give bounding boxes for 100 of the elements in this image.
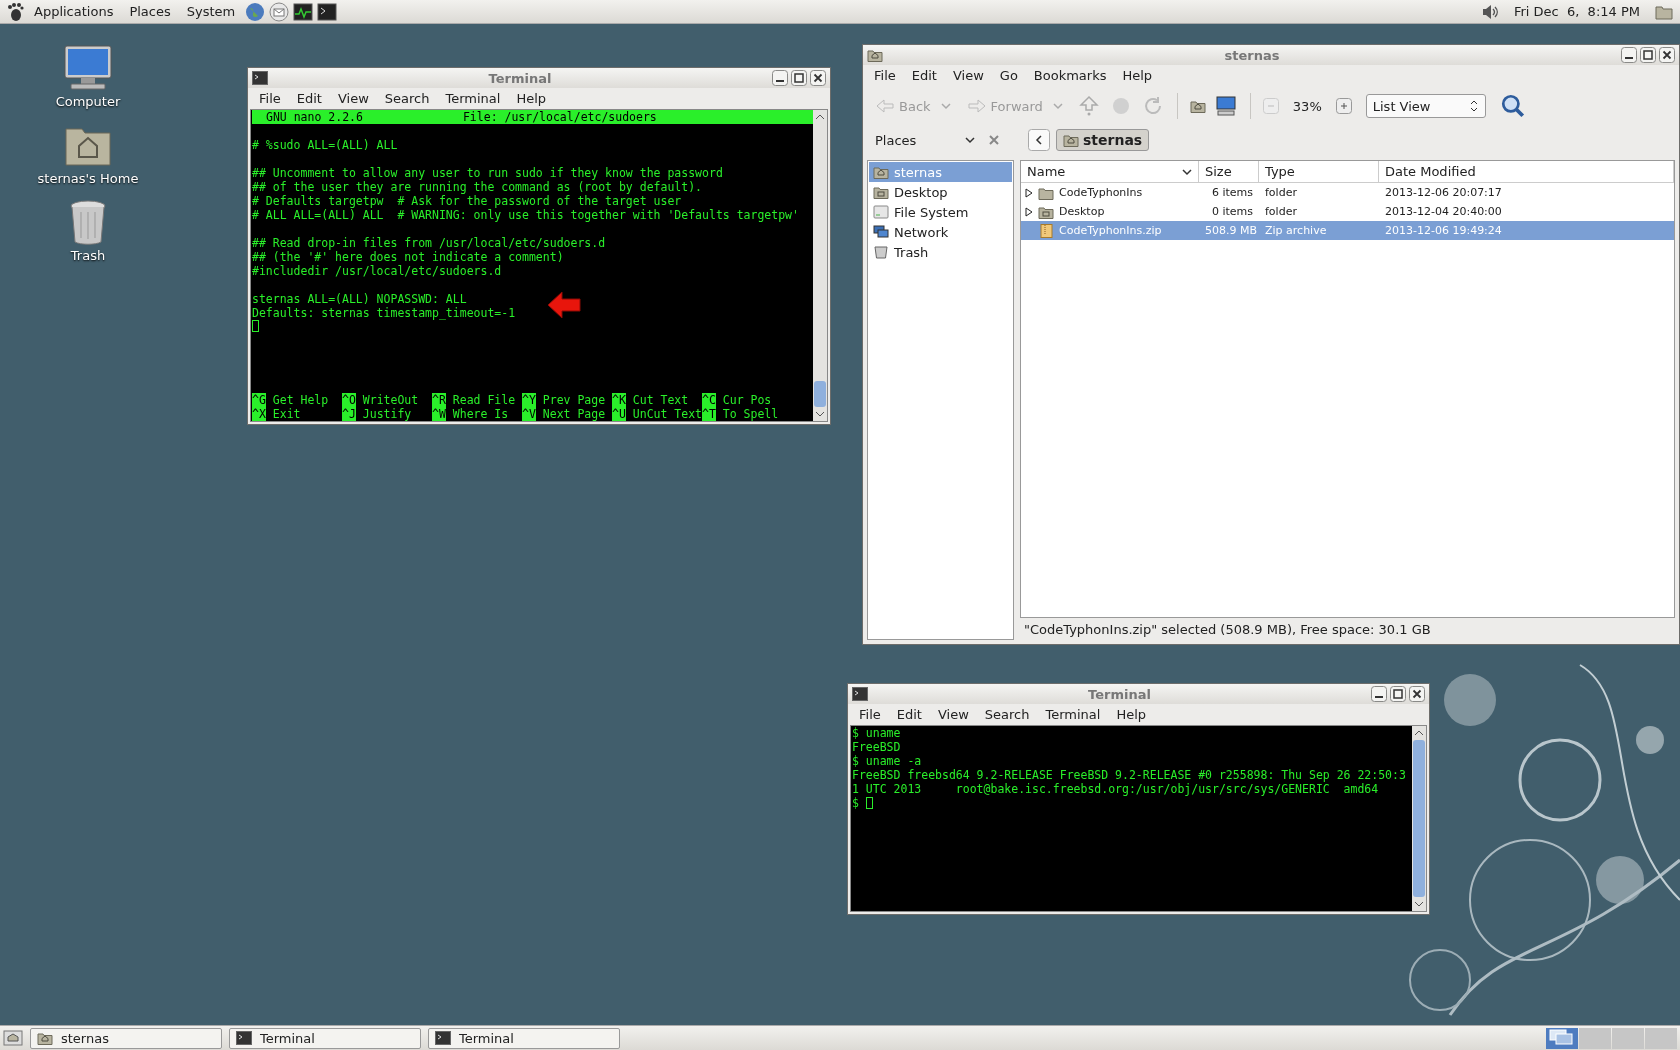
foot-icon[interactable]: [6, 1, 24, 22]
menu-item[interactable]: Search: [377, 90, 437, 107]
menu-item[interactable]: File: [852, 706, 888, 723]
monitor-icon[interactable]: [293, 1, 314, 22]
search-icon[interactable]: [1499, 93, 1526, 119]
file-name: CodeTyphonIns: [1059, 186, 1143, 199]
taskbar-button[interactable]: sternas: [30, 1027, 222, 1049]
chevron-left-icon[interactable]: [1028, 129, 1050, 151]
menu-item[interactable]: Go: [992, 67, 1025, 84]
minimize-icon[interactable]: [772, 70, 788, 86]
menu-item[interactable]: Bookmarks: [1026, 67, 1114, 84]
menu-item[interactable]: Search: [977, 706, 1037, 723]
shortcut-key: ^C: [702, 393, 716, 407]
menu-item[interactable]: Terminal: [438, 90, 508, 107]
terminal-icon: [852, 687, 868, 701]
sort-caret-icon: [1182, 166, 1192, 177]
desktop-icon-label[interactable]: Trash: [70, 248, 106, 263]
sidebar-item[interactable]: Desktop: [869, 182, 1012, 202]
shortcut-key: ^W: [432, 407, 446, 421]
places-dropdown[interactable]: Places: [875, 132, 975, 148]
taskbar-button[interactable]: Terminal: [229, 1027, 421, 1049]
file-size: 6 items: [1210, 186, 1254, 199]
scrollbar-thumb[interactable]: [1413, 740, 1425, 897]
column-header[interactable]: Type: [1259, 161, 1379, 182]
shortcut-key: ^X: [252, 407, 266, 421]
clock[interactable]: Fri Dec 6, 8:14 PM: [1503, 4, 1650, 19]
show-desktop-icon[interactable]: [3, 1028, 23, 1048]
panel-menu[interactable]: Places: [123, 4, 177, 19]
path-button[interactable]: sternas: [1056, 129, 1150, 151]
menu-item[interactable]: Terminal: [1038, 706, 1108, 723]
terminal-icon[interactable]: [317, 1, 338, 22]
computer-icon[interactable]: [1213, 94, 1238, 118]
terminal-line: 1 UTC 2013 root@bake.isc.freebsd.org:/usr/obj/usr/src/sys/GENERIC amd64: [852, 782, 1379, 796]
desktop-icon-label[interactable]: Computer: [55, 94, 121, 109]
shortcut-label: Cut Text: [632, 393, 689, 407]
menu-item[interactable]: Edit: [289, 90, 329, 107]
forward-arrow-icon: [966, 98, 987, 114]
scrollbar-thumb[interactable]: [814, 381, 826, 407]
folder-icon: [1038, 185, 1054, 200]
column-header[interactable]: Date Modified: [1379, 161, 1674, 182]
maximize-icon[interactable]: [791, 70, 807, 86]
menu-item[interactable]: Edit: [889, 706, 929, 723]
globe-icon[interactable]: [245, 1, 266, 22]
home-folder-icon: [1063, 133, 1079, 147]
sidebar-item[interactable]: Trash: [869, 242, 1012, 262]
windows-icon: [1546, 1027, 1576, 1046]
terminal-screen[interactable]: [251, 110, 813, 421]
close-icon[interactable]: [1659, 47, 1675, 63]
menu-item[interactable]: View: [945, 67, 991, 84]
column-header[interactable]: Name: [1021, 161, 1199, 182]
terminal-line: ## of the user they are running the command as (root by default).: [252, 180, 704, 194]
folder-icon: [1038, 204, 1054, 219]
menu-item[interactable]: Help: [1115, 67, 1160, 84]
network-icon: [873, 225, 889, 239]
sidebar-item[interactable]: File System: [869, 202, 1012, 222]
panel-menu[interactable]: Applications: [28, 4, 120, 19]
minimize-icon[interactable]: [1371, 686, 1387, 702]
file-type: folder: [1264, 186, 1298, 199]
trash-icon: [873, 245, 889, 259]
file-type: folder: [1264, 205, 1298, 218]
terminal-line: ## Read drop-in files from /usr/local/etc/sudoers.d: [252, 236, 607, 250]
menu-item[interactable]: Edit: [904, 67, 944, 84]
drive-icon: [873, 205, 889, 219]
status-text: "CodeTyphonIns.zip" selected (508.9 MB), Free space: 30.1 GB: [1023, 620, 1432, 639]
desktop-icon-label[interactable]: sternas's Home: [37, 171, 139, 186]
sidebar-item[interactable]: Network: [869, 222, 1012, 242]
expander-icon[interactable]: [1025, 187, 1033, 198]
workspace-button[interactable]: [1546, 1027, 1578, 1049]
menu-item[interactable]: File: [252, 90, 288, 107]
shortcut-key: ^R: [432, 393, 446, 407]
menu-item[interactable]: Help: [1109, 706, 1154, 723]
terminal-line: $ uname -a: [852, 754, 922, 768]
terminal-screen[interactable]: $ uname FreeBSD $ uname -a FreeBSD freebsd64 9.2-RELEASE FreeBSD 9.2-RELEASE #0 r255898: Thu Sep 26 22:50:3 1 UTC 2013 root@bake.isc.freebsd.org:/usr/obj/usr/src/sys/GENERIC amd64 $: [851, 726, 1412, 911]
taskbar-button[interactable]: Terminal: [428, 1027, 620, 1049]
menu-item[interactable]: View: [330, 90, 376, 107]
panel-menu[interactable]: System: [180, 4, 242, 19]
file-size: 508.9 MB: [1204, 224, 1259, 237]
menu-item[interactable]: View: [930, 706, 976, 723]
window-title: Terminal: [487, 70, 553, 86]
file-row[interactable]: Desktop 0 items folder 2013-12-04 20:40:00: [1021, 202, 1674, 221]
column-header[interactable]: Size: [1199, 161, 1259, 182]
shortcut-key: ^Y: [522, 393, 536, 407]
menu-item[interactable]: File: [867, 67, 903, 84]
home-folder-icon: [873, 165, 889, 179]
minimize-icon[interactable]: [1621, 47, 1637, 63]
shortcut-label: Next Page: [542, 407, 606, 421]
folder-icon: [867, 48, 883, 62]
terminal-line: FreeBSD: [852, 740, 901, 754]
shortcut-key: ^O: [342, 393, 356, 407]
close-icon[interactable]: [1409, 686, 1425, 702]
computer-icon[interactable]: [63, 44, 113, 92]
terminal-line: # Defaults targetpw # Ask for the password of the target user: [252, 194, 683, 208]
file-row[interactable]: CodeTyphonIns 6 items folder 2013-12-06 20:07:17: [1021, 183, 1674, 202]
view-dropdown[interactable]: List View: [1365, 94, 1486, 118]
maximize-icon[interactable]: [1640, 47, 1656, 63]
terminal-line: # ALL ALL=(ALL) ALL # WARNING: only use this together with 'Defaults targetpw': [252, 208, 800, 222]
expander-icon[interactable]: [1025, 206, 1033, 217]
close-icon[interactable]: [810, 70, 826, 86]
maximize-icon[interactable]: [1390, 686, 1406, 702]
menu-item[interactable]: Help: [509, 90, 554, 107]
